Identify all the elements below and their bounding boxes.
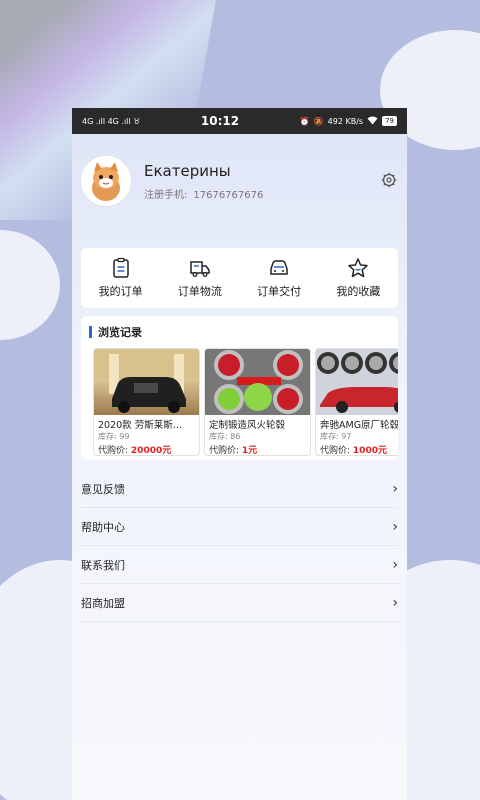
status-bar: 4G .ıll 4G .ıll ♉ 10:12 ⏰ 🔕 492 KB/s 79	[72, 108, 407, 134]
product-stock: 库存: 97	[320, 432, 352, 441]
product-price: 代购价: 1000元	[316, 442, 398, 456]
price-value: 1元	[241, 446, 258, 456]
price-value: 1000元	[352, 446, 387, 456]
history-title-text: 浏览记录	[98, 326, 142, 339]
product-price: 代购价: 20000元	[94, 442, 199, 456]
chevron-right-icon: ›	[392, 480, 398, 497]
truck-icon	[190, 261, 210, 277]
order-delivery-button[interactable]: 订单交付	[240, 257, 319, 299]
alarm-icon: ⏰	[299, 116, 310, 126]
order-label: 订单交付	[257, 285, 302, 298]
battery-level: 79	[382, 116, 397, 126]
browse-history: 浏览记录 2020款 劳斯莱斯… 库存: 99 代购价: 20000元 定制锻造…	[81, 316, 398, 460]
order-logistics-button[interactable]: 订单物流	[160, 257, 239, 299]
menu-label: 招商加盟	[81, 596, 125, 610]
product-price: 代购价: 1元	[205, 442, 310, 456]
settings-gear-icon[interactable]	[381, 172, 399, 190]
product-card[interactable]: 奔驰AMG原厂轮毂 库存: 97 代购价: 1000元	[315, 348, 398, 456]
chevron-right-icon: ›	[392, 556, 398, 573]
clipboard-icon	[112, 257, 129, 278]
price-value: 20000元	[130, 446, 172, 456]
menu-item-franchise[interactable]: 招商加盟 ›	[81, 584, 398, 622]
cat-avatar-icon	[92, 162, 120, 201]
menu-label: 意见反馈	[81, 482, 125, 496]
product-card[interactable]: 2020款 劳斯莱斯… 库存: 99 代购价: 20000元	[93, 348, 200, 456]
phone-screen: 4G .ıll 4G .ıll ♉ 10:12 ⏰ 🔕 492 KB/s 79	[72, 108, 407, 800]
product-stock: 库存: 86	[209, 432, 241, 441]
history-title: 浏览记录	[81, 316, 398, 340]
product-card[interactable]: 定制锻造风火轮毂 库存: 86 代购价: 1元	[204, 348, 311, 456]
chevron-right-icon: ›	[392, 594, 398, 611]
product-stock: 库存: 99	[98, 432, 130, 441]
background-cloud	[0, 230, 60, 340]
product-image-amg-wheels	[316, 349, 398, 415]
menu-item-help-center[interactable]: 帮助中心 ›	[81, 508, 398, 546]
product-name: 2020款 劳斯莱斯…	[98, 420, 183, 431]
profile-info: Екатерины 注册手机: 17676767676	[144, 162, 381, 201]
my-orders-button[interactable]: 我的订单	[81, 257, 160, 299]
avatar[interactable]	[80, 155, 132, 207]
price-label: 代购价:	[209, 446, 240, 456]
mute-icon: 🔕	[313, 116, 324, 126]
title-accent-bar	[89, 326, 92, 338]
wifi-icon	[367, 116, 378, 127]
menu-label: 帮助中心	[81, 520, 125, 534]
signal-text: 4G .ıll 4G .ıll ♉	[82, 116, 141, 126]
menu-item-feedback[interactable]: 意见反馈 ›	[81, 470, 398, 508]
star-icon	[348, 258, 369, 278]
phone-label: 注册手机:	[144, 189, 188, 201]
phone-row: 注册手机: 17676767676	[144, 186, 381, 201]
price-label: 代购价:	[320, 446, 351, 456]
user-name: Екатерины	[144, 161, 231, 180]
menu-label: 联系我们	[81, 558, 125, 572]
order-shortcuts: 我的订单 订单物流 订单交付 我的收藏	[81, 248, 398, 308]
network-speed: 492 KB/s	[327, 116, 364, 126]
order-label: 我的订单	[98, 285, 143, 298]
settings-menu: 意见反馈 › 帮助中心 › 联系我们 › 招商加盟 ›	[72, 470, 407, 622]
product-name: 定制锻造风火轮毂	[209, 420, 286, 431]
price-label: 代购价:	[98, 446, 129, 456]
history-products: 2020款 劳斯莱斯… 库存: 99 代购价: 20000元 定制锻造风火轮毂 …	[93, 348, 398, 456]
menu-item-contact-us[interactable]: 联系我们 ›	[81, 546, 398, 584]
chevron-right-icon: ›	[392, 518, 398, 535]
status-icons: ⏰ 🔕 492 KB/s 79	[300, 116, 397, 127]
clock: 10:12	[200, 114, 240, 128]
phone-number: 17676767676	[193, 189, 264, 201]
my-favorites-button[interactable]: 我的收藏	[319, 257, 398, 299]
profile-header: Екатерины 注册手机: 17676767676	[72, 134, 407, 212]
car-icon	[270, 260, 288, 275]
signal-indicators: 4G .ıll 4G .ıll ♉	[82, 117, 140, 126]
product-image-rolls-royce	[94, 349, 199, 415]
order-label: 订单物流	[177, 285, 222, 298]
order-label: 我的收藏	[336, 285, 381, 298]
product-image-wheels	[205, 349, 310, 415]
product-name: 奔驰AMG原厂轮毂	[320, 420, 398, 431]
